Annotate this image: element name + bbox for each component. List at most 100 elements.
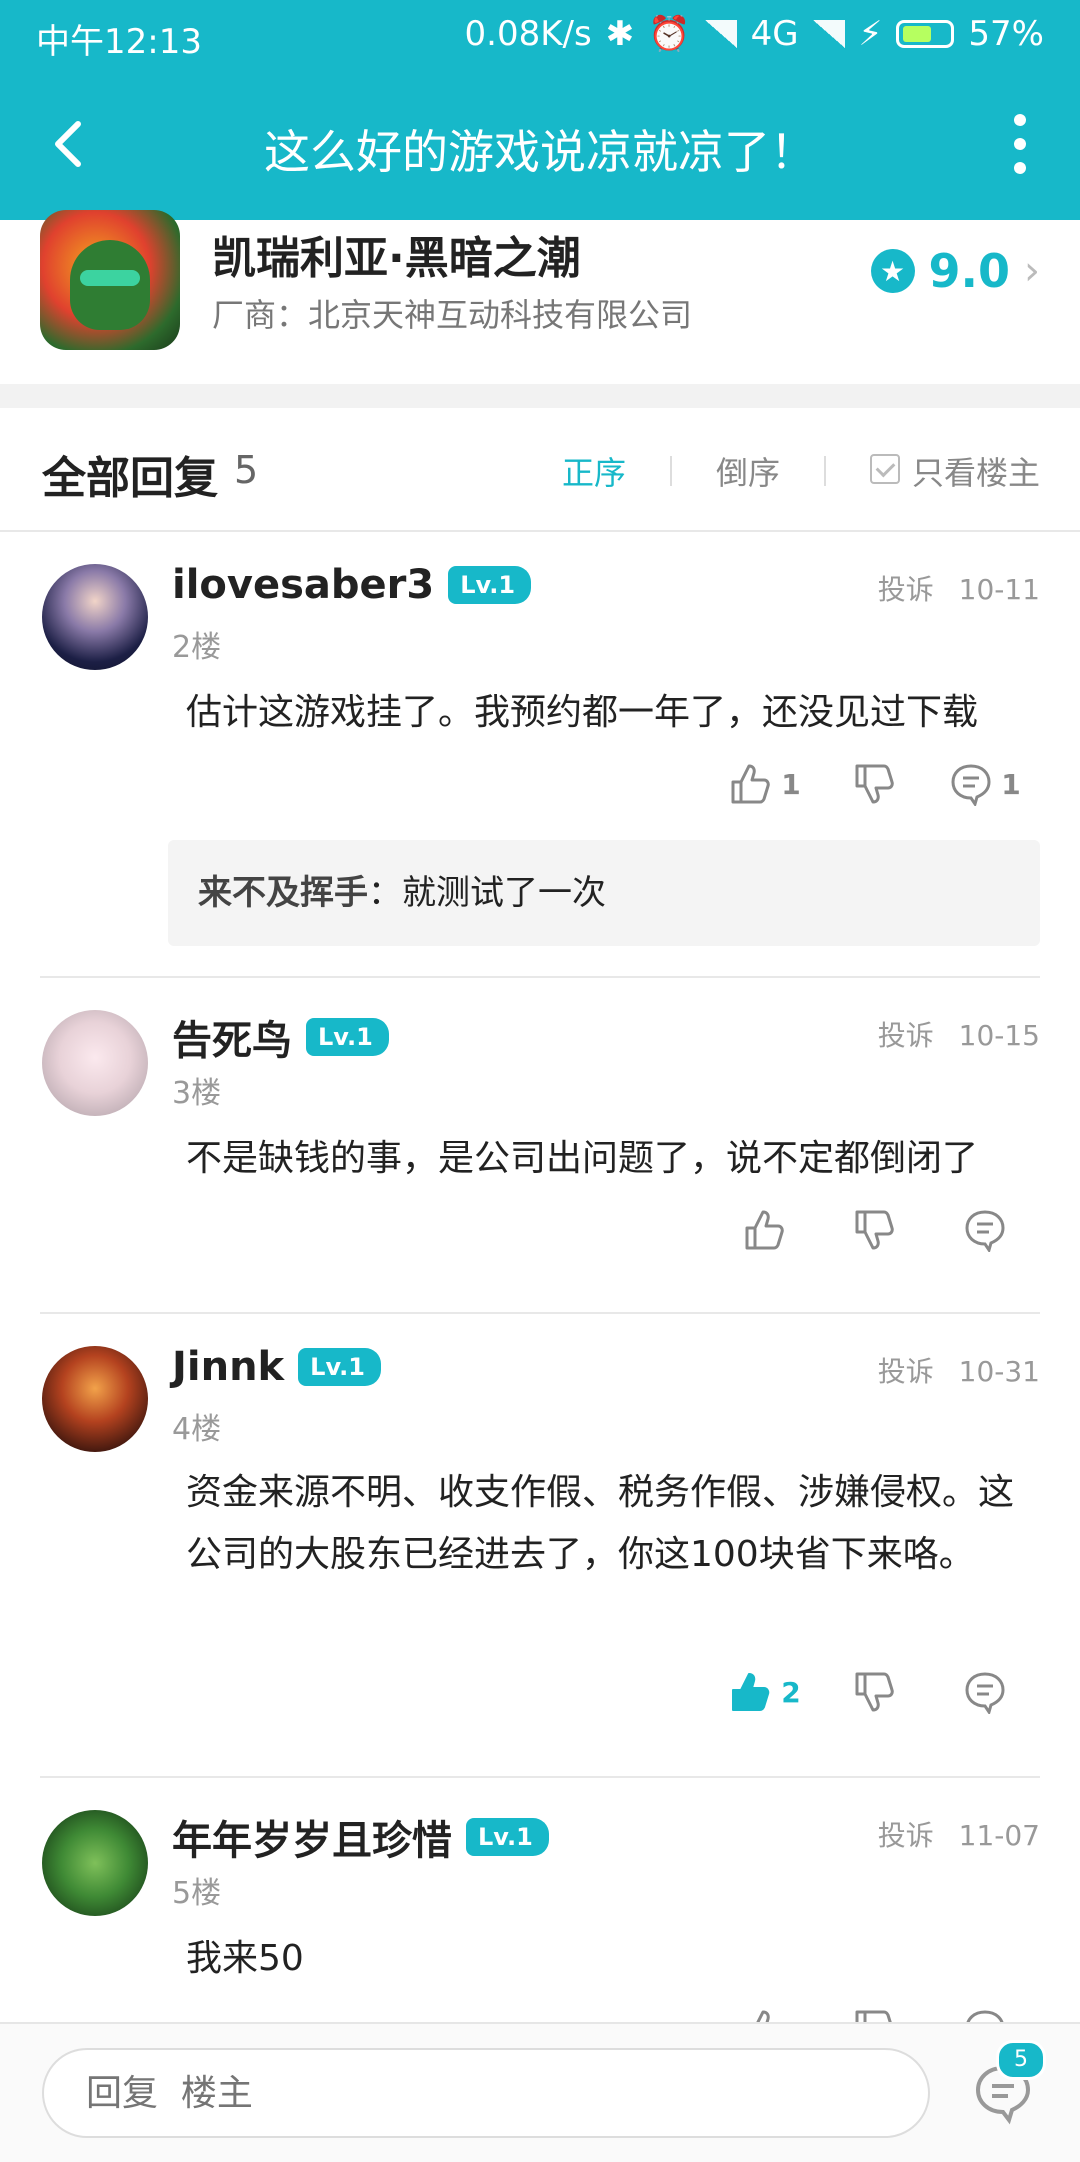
- comment-button[interactable]: [930, 1208, 1040, 1252]
- sort-divider: [823, 456, 826, 486]
- alarm-icon: ⏰: [648, 14, 691, 54]
- game-name: 凯瑞利亚·黑暗之潮: [212, 233, 581, 284]
- comment-icon: [951, 764, 991, 806]
- only-op-toggle[interactable]: 只看楼主: [869, 448, 1040, 494]
- post-date: 11-07: [958, 1819, 1040, 1852]
- report-link[interactable]: 投诉: [878, 573, 934, 606]
- report-link[interactable]: 投诉: [878, 1019, 934, 1052]
- like-button[interactable]: [710, 2008, 820, 2022]
- comment-button[interactable]: 1: [930, 762, 1040, 806]
- reply-input[interactable]: [42, 2048, 930, 2138]
- post-date: 10-15: [958, 1019, 1040, 1052]
- dislike-button[interactable]: [820, 762, 930, 806]
- sub-reply-user[interactable]: 来不及挥手: [198, 873, 368, 913]
- star-icon: ★: [870, 249, 915, 293]
- comment-button[interactable]: [930, 1670, 1040, 1714]
- network-type: 4G: [750, 14, 799, 54]
- like-button[interactable]: 2: [710, 1670, 820, 1714]
- username-row: ilovesaber3 Lv.1: [172, 562, 532, 608]
- thumbs-down-icon: [855, 764, 894, 804]
- like-button[interactable]: 1: [710, 762, 820, 806]
- comment-count: 1: [1001, 767, 1021, 801]
- like-count: 2: [781, 1675, 801, 1709]
- chevron-left-icon: [55, 121, 81, 167]
- post-meta: 投诉 11-07: [878, 1814, 1040, 1854]
- sub-reply[interactable]: 来不及挥手：就测试了一次: [168, 840, 1040, 946]
- post-date: 10-31: [958, 1355, 1040, 1388]
- thumbs-down-icon: [855, 1672, 894, 1712]
- more-dot-icon: [1014, 138, 1026, 150]
- only-op-label: 只看楼主: [911, 454, 1040, 492]
- reply-post: Jinnk Lv.1 4楼 投诉 10-31 资金来源不明、收支作假、税务作假、…: [0, 1314, 1080, 1776]
- reply-post: 告死鸟 Lv.1 3楼 投诉 10-15 不是缺钱的事，是公司出问题了，说不定都…: [0, 978, 1080, 1312]
- game-rating[interactable]: ★ 9.0 ›: [870, 244, 1040, 298]
- sort-descending-tab[interactable]: 倒序: [716, 448, 780, 494]
- level-badge: Lv.1: [298, 1348, 381, 1386]
- post-actions: [710, 1208, 1040, 1252]
- sort-ascending-tab[interactable]: 正序: [562, 448, 626, 494]
- bluetooth-icon: ✱: [605, 14, 635, 54]
- game-icon-mask: [80, 270, 140, 286]
- avatar[interactable]: [42, 564, 148, 670]
- like-button[interactable]: [710, 1208, 820, 1252]
- more-menu-button[interactable]: [1000, 114, 1040, 174]
- post-actions: 2: [710, 1670, 1040, 1714]
- dislike-button[interactable]: [820, 1208, 930, 1252]
- comment-icon: [965, 1672, 1005, 1714]
- avatar[interactable]: [42, 1010, 148, 1116]
- username-row: 告死鸟 Lv.1: [172, 1008, 389, 1066]
- like-count: 1: [781, 767, 801, 801]
- battery-percent: 57%: [968, 14, 1044, 54]
- thumbs-down-icon: [855, 2010, 892, 2022]
- comment-count-badge: 5: [996, 2040, 1046, 2080]
- dislike-button[interactable]: [820, 2008, 930, 2022]
- post-meta: 投诉 10-11: [878, 568, 1040, 608]
- username[interactable]: ilovesaber3: [172, 562, 434, 608]
- charging-icon: ⚡: [858, 14, 883, 54]
- sort-controls: 正序 倒序 只看楼主: [562, 448, 1040, 494]
- sub-reply-text: ：就测试了一次: [368, 873, 606, 913]
- thumbs-down-icon: [855, 1210, 894, 1250]
- username-row: Jinnk Lv.1: [172, 1344, 381, 1390]
- status-icons: 0.08K/s ✱ ⏰ 4G ⚡ 57%: [465, 14, 1044, 54]
- game-icon: [40, 210, 180, 350]
- post-content: 不是缺钱的事，是公司出问题了，说不定都倒闭了: [186, 1138, 979, 1179]
- checkbox-icon: [869, 454, 900, 484]
- post-content: 我来50: [186, 1938, 304, 1979]
- status-time: 中午12:13: [36, 22, 202, 62]
- more-dot-icon: [1014, 162, 1026, 174]
- username[interactable]: 年年岁岁且珍惜: [172, 1808, 452, 1866]
- chevron-right-icon: ›: [1024, 248, 1040, 294]
- replies-header: 全部回复 5 正序 倒序 只看楼主: [0, 408, 1080, 532]
- report-link[interactable]: 投诉: [878, 1819, 934, 1852]
- username-row: 年年岁岁且珍惜 Lv.1: [172, 1808, 549, 1866]
- report-link[interactable]: 投诉: [878, 1355, 934, 1388]
- dislike-button[interactable]: [820, 1670, 930, 1714]
- post-date: 10-11: [958, 573, 1040, 606]
- reply-post: 年年岁岁且珍惜 Lv.1 5楼 投诉 11-07 我来50: [0, 1778, 1080, 2022]
- post-actions: 1 1: [710, 762, 1040, 806]
- signal-icon: [704, 20, 737, 48]
- floor-number: 2楼: [172, 630, 222, 665]
- level-badge: Lv.1: [448, 566, 532, 604]
- game-card[interactable]: 凯瑞利亚·黑暗之潮 厂商：北京天神互动科技有限公司 ★ 9.0 ›: [0, 210, 1080, 380]
- status-bar: 中午12:13 0.08K/s ✱ ⏰ 4G ⚡ 57%: [0, 0, 1080, 70]
- reply-post: ilovesaber3 Lv.1 2楼 投诉 10-11 估计这游戏挂了。我预约…: [0, 532, 1080, 978]
- top-bar: 中午12:13 0.08K/s ✱ ⏰ 4G ⚡ 57% 这么好的游戏说凉就凉了…: [0, 0, 1080, 220]
- game-maker: 厂商：北京天神互动科技有限公司: [212, 296, 693, 334]
- thumbs-up-icon: [745, 1210, 784, 1250]
- sort-divider: [669, 456, 672, 486]
- avatar[interactable]: [42, 1346, 148, 1452]
- comment-button[interactable]: [930, 2008, 1040, 2022]
- bottom-reply-bar: 5: [0, 2022, 1080, 2162]
- username[interactable]: 告死鸟: [172, 1008, 292, 1066]
- username[interactable]: Jinnk: [172, 1344, 284, 1390]
- comment-icon: [965, 1210, 1005, 1252]
- floor-number: 3楼: [172, 1076, 222, 1111]
- avatar[interactable]: [42, 1810, 148, 1916]
- back-button[interactable]: [40, 114, 100, 174]
- nav-bar: 这么好的游戏说凉就凉了！: [0, 70, 1080, 220]
- post-content: 估计这游戏挂了。我预约都一年了，还没见过下载: [186, 692, 979, 733]
- post-meta: 投诉 10-31: [878, 1350, 1040, 1390]
- level-badge: Lv.1: [306, 1018, 389, 1056]
